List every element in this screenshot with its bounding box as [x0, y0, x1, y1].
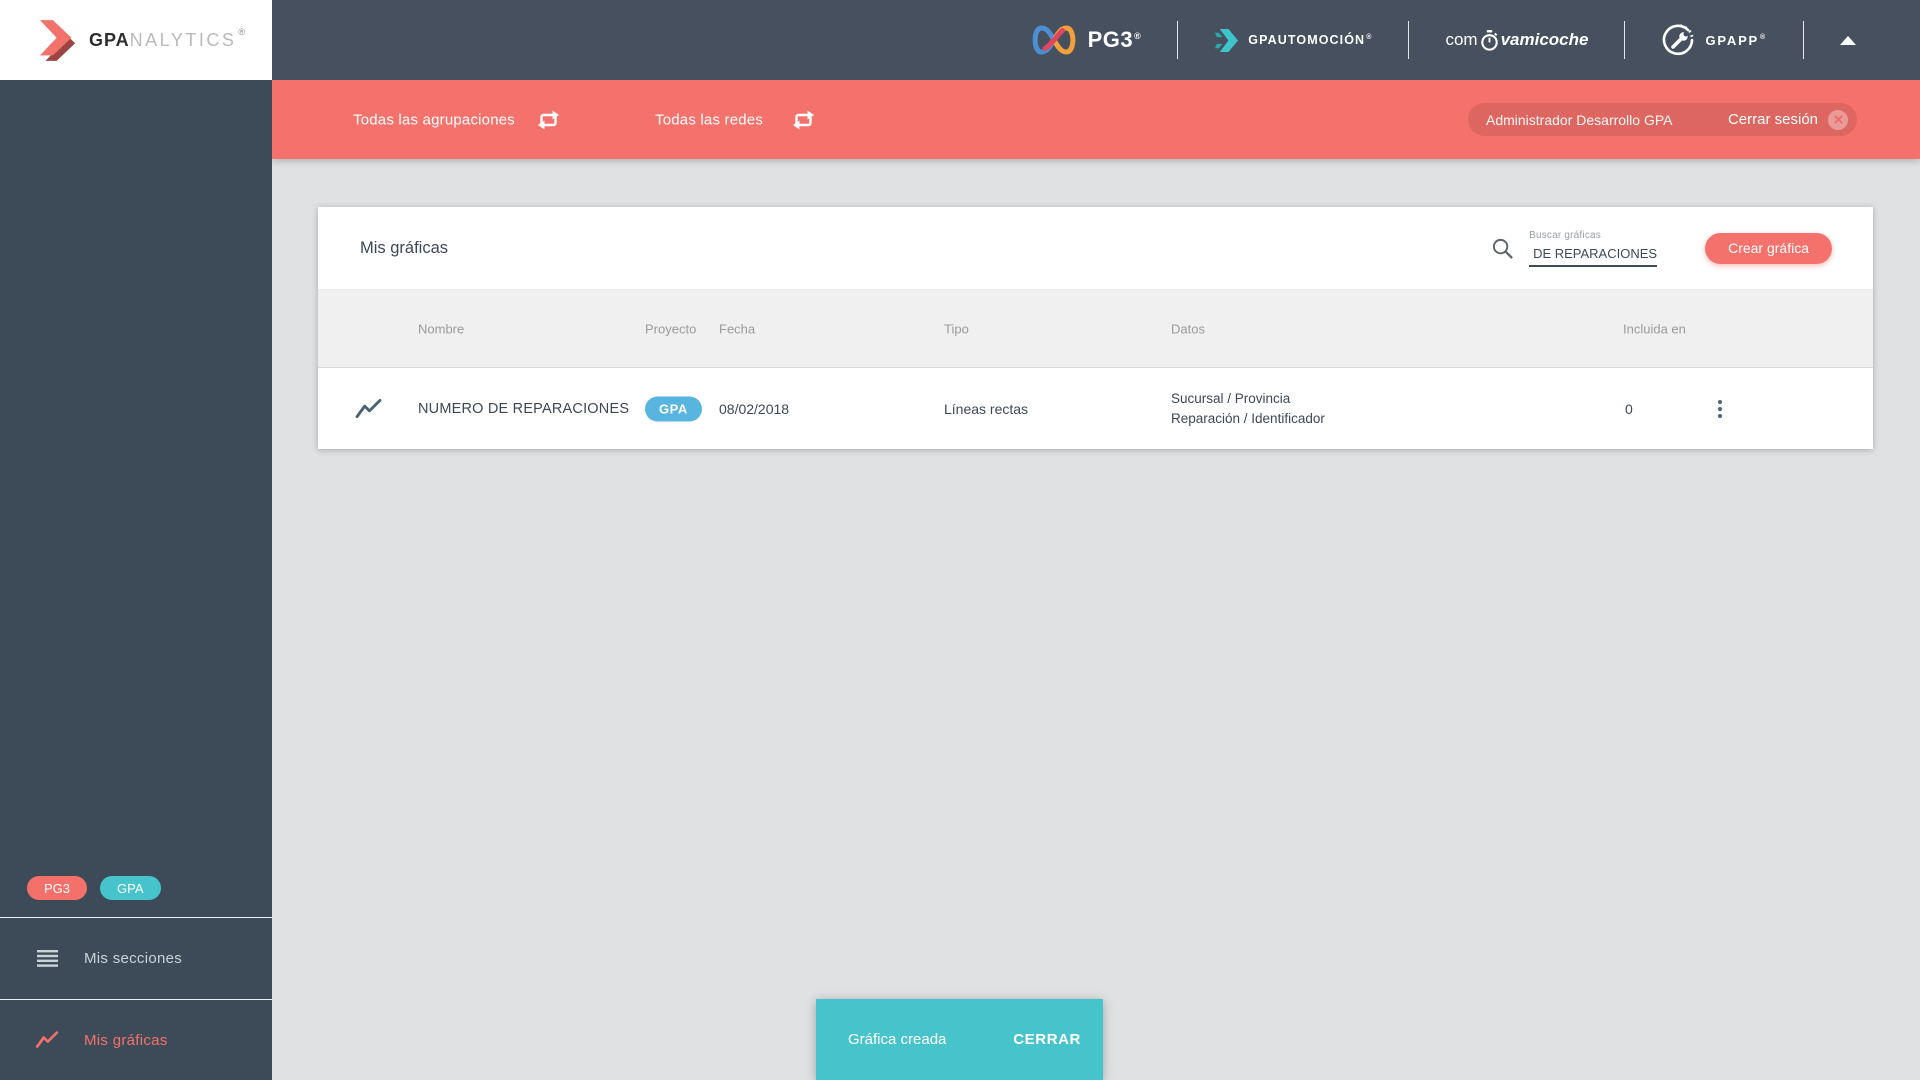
gpapp-wrench-icon	[1661, 22, 1695, 58]
sidebar-item-mis-secciones[interactable]: Mis secciones	[0, 918, 272, 999]
networks-filter[interactable]: Todas las redes	[655, 111, 763, 128]
pg3-label: PG3®	[1087, 27, 1142, 52]
brand-registered: ®	[238, 26, 245, 37]
column-proyecto: Proyecto	[645, 321, 697, 336]
search-cluster: Buscar gráficas Crear gráfica	[1491, 230, 1832, 267]
header-separator	[1408, 21, 1410, 59]
row-data-line2: Reparación / Identificador	[1171, 410, 1325, 426]
sidebar-item-label: Mis gráficas	[84, 1031, 168, 1049]
compravamicoche-prefix: com	[1445, 30, 1478, 49]
logout-label: Cerrar sesión	[1727, 111, 1818, 128]
column-nombre: Nombre	[418, 321, 465, 336]
create-chart-button[interactable]: Crear gráfica	[1705, 232, 1832, 264]
search-input[interactable]	[1529, 245, 1658, 267]
user-session-pill: Administrador Desarrollo GPA Cerrar sesi…	[1468, 103, 1857, 136]
column-tipo: Tipo	[944, 321, 969, 336]
pg3-badge[interactable]: PG3	[27, 876, 88, 900]
sidebar-item-mis-graficas[interactable]: Mis gráficas	[0, 1000, 272, 1080]
chart-line-icon	[355, 398, 382, 419]
compravamicoche-suffix: vamicoche	[1500, 30, 1589, 49]
header-separator	[1803, 21, 1804, 59]
header-separator	[1177, 21, 1179, 59]
top-header: PG3® GPAUTOMOCIÓN® com vamicoche GPAPP®	[272, 0, 1920, 80]
gpapp-label: GPAPP®	[1705, 32, 1767, 48]
search-icon[interactable]	[1491, 237, 1514, 260]
brand-name-light: NALYTICS	[129, 29, 237, 50]
user-name: Administrador Desarrollo GPA	[1486, 111, 1673, 128]
table-header: Nombre Proyecto Fecha Tipo Datos Incluid…	[318, 289, 1873, 367]
search-label: Buscar gráficas	[1529, 229, 1601, 241]
snackbar-message: Gráfica creada	[848, 1031, 947, 1048]
charts-card: Mis gráficas Buscar gráficas Crear gráfi…	[318, 207, 1873, 449]
row-date: 08/02/2018	[719, 400, 790, 417]
sidebar: PG3 GPA Mis secciones Mis gráficas	[0, 80, 272, 1080]
page-title: Mis gráficas	[360, 238, 449, 257]
collapse-header-arrow-icon[interactable]	[1840, 35, 1856, 45]
gpautomocion-logo[interactable]: GPAUTOMOCIÓN®	[1214, 28, 1372, 53]
line-chart-icon	[34, 1031, 60, 1049]
row-included-count: 0	[1625, 400, 1633, 417]
row-name: NUMERO DE REPARACIONES	[418, 400, 630, 417]
gpapp-logo[interactable]: GPAPP®	[1661, 22, 1767, 58]
compravamicoche-logo[interactable]: com vamicoche	[1445, 29, 1589, 51]
brand-logo: GPA NALYTICS ®	[0, 0, 272, 80]
header-separator	[1624, 21, 1626, 59]
sidebar-badges: PG3 GPA	[0, 876, 272, 900]
brand-name-bold: GPA	[89, 29, 130, 50]
snackbar-close-button[interactable]: CERRAR	[1005, 1023, 1089, 1056]
column-incluida-en: Incluida en	[1623, 321, 1686, 336]
snackbar: Gráfica creada CERRAR	[816, 999, 1103, 1080]
sidebar-bottom: PG3 GPA Mis secciones Mis gráficas	[0, 876, 272, 1080]
row-type: Líneas rectas	[944, 400, 1029, 417]
filter-bar: Todas las agrupaciones Todas las redes A…	[272, 80, 1920, 159]
table-row[interactable]: NUMERO DE REPARACIONES GPA 08/02/2018 Lí…	[318, 367, 1873, 449]
row-data-line1: Sucursal / Provincia	[1171, 390, 1291, 406]
gpa-badge[interactable]: GPA	[100, 876, 161, 900]
pg3-infinity-icon	[1031, 25, 1077, 55]
search-field: Buscar gráficas	[1529, 229, 1658, 267]
main-content: Mis gráficas Buscar gráficas Crear gráfi…	[272, 159, 1920, 1080]
logout-close-icon[interactable]	[1828, 109, 1848, 130]
brand-name: GPA NALYTICS ®	[89, 26, 245, 51]
logout-button[interactable]: Cerrar sesión	[1727, 109, 1848, 130]
gpautomocion-arrow-icon	[1214, 28, 1239, 53]
column-fecha: Fecha	[719, 321, 756, 336]
gpautomocion-label: GPAUTOMOCIÓN®	[1248, 33, 1373, 47]
column-datos: Datos	[1171, 321, 1205, 336]
groupings-swap-icon[interactable]	[535, 108, 562, 132]
screen: GPA NALYTICS ® PG3® GPAUTOMOCIÓN® com va…	[0, 0, 1920, 1080]
brand-arrow-icon	[27, 18, 77, 63]
card-header: Mis gráficas Buscar gráficas Crear gráfi…	[318, 207, 1873, 289]
pg3-logo[interactable]: PG3®	[1031, 25, 1142, 55]
networks-swap-icon[interactable]	[790, 108, 817, 132]
stopwatch-icon	[1480, 29, 1499, 51]
row-menu-button[interactable]	[1714, 396, 1726, 422]
groupings-filter[interactable]: Todas las agrupaciones	[353, 111, 515, 128]
row-data: Sucursal / Provincia Reparación / Identi…	[1171, 389, 1325, 429]
sidebar-item-label: Mis secciones	[84, 950, 183, 967]
menu-icon	[34, 950, 60, 967]
project-badge: GPA	[645, 396, 702, 421]
